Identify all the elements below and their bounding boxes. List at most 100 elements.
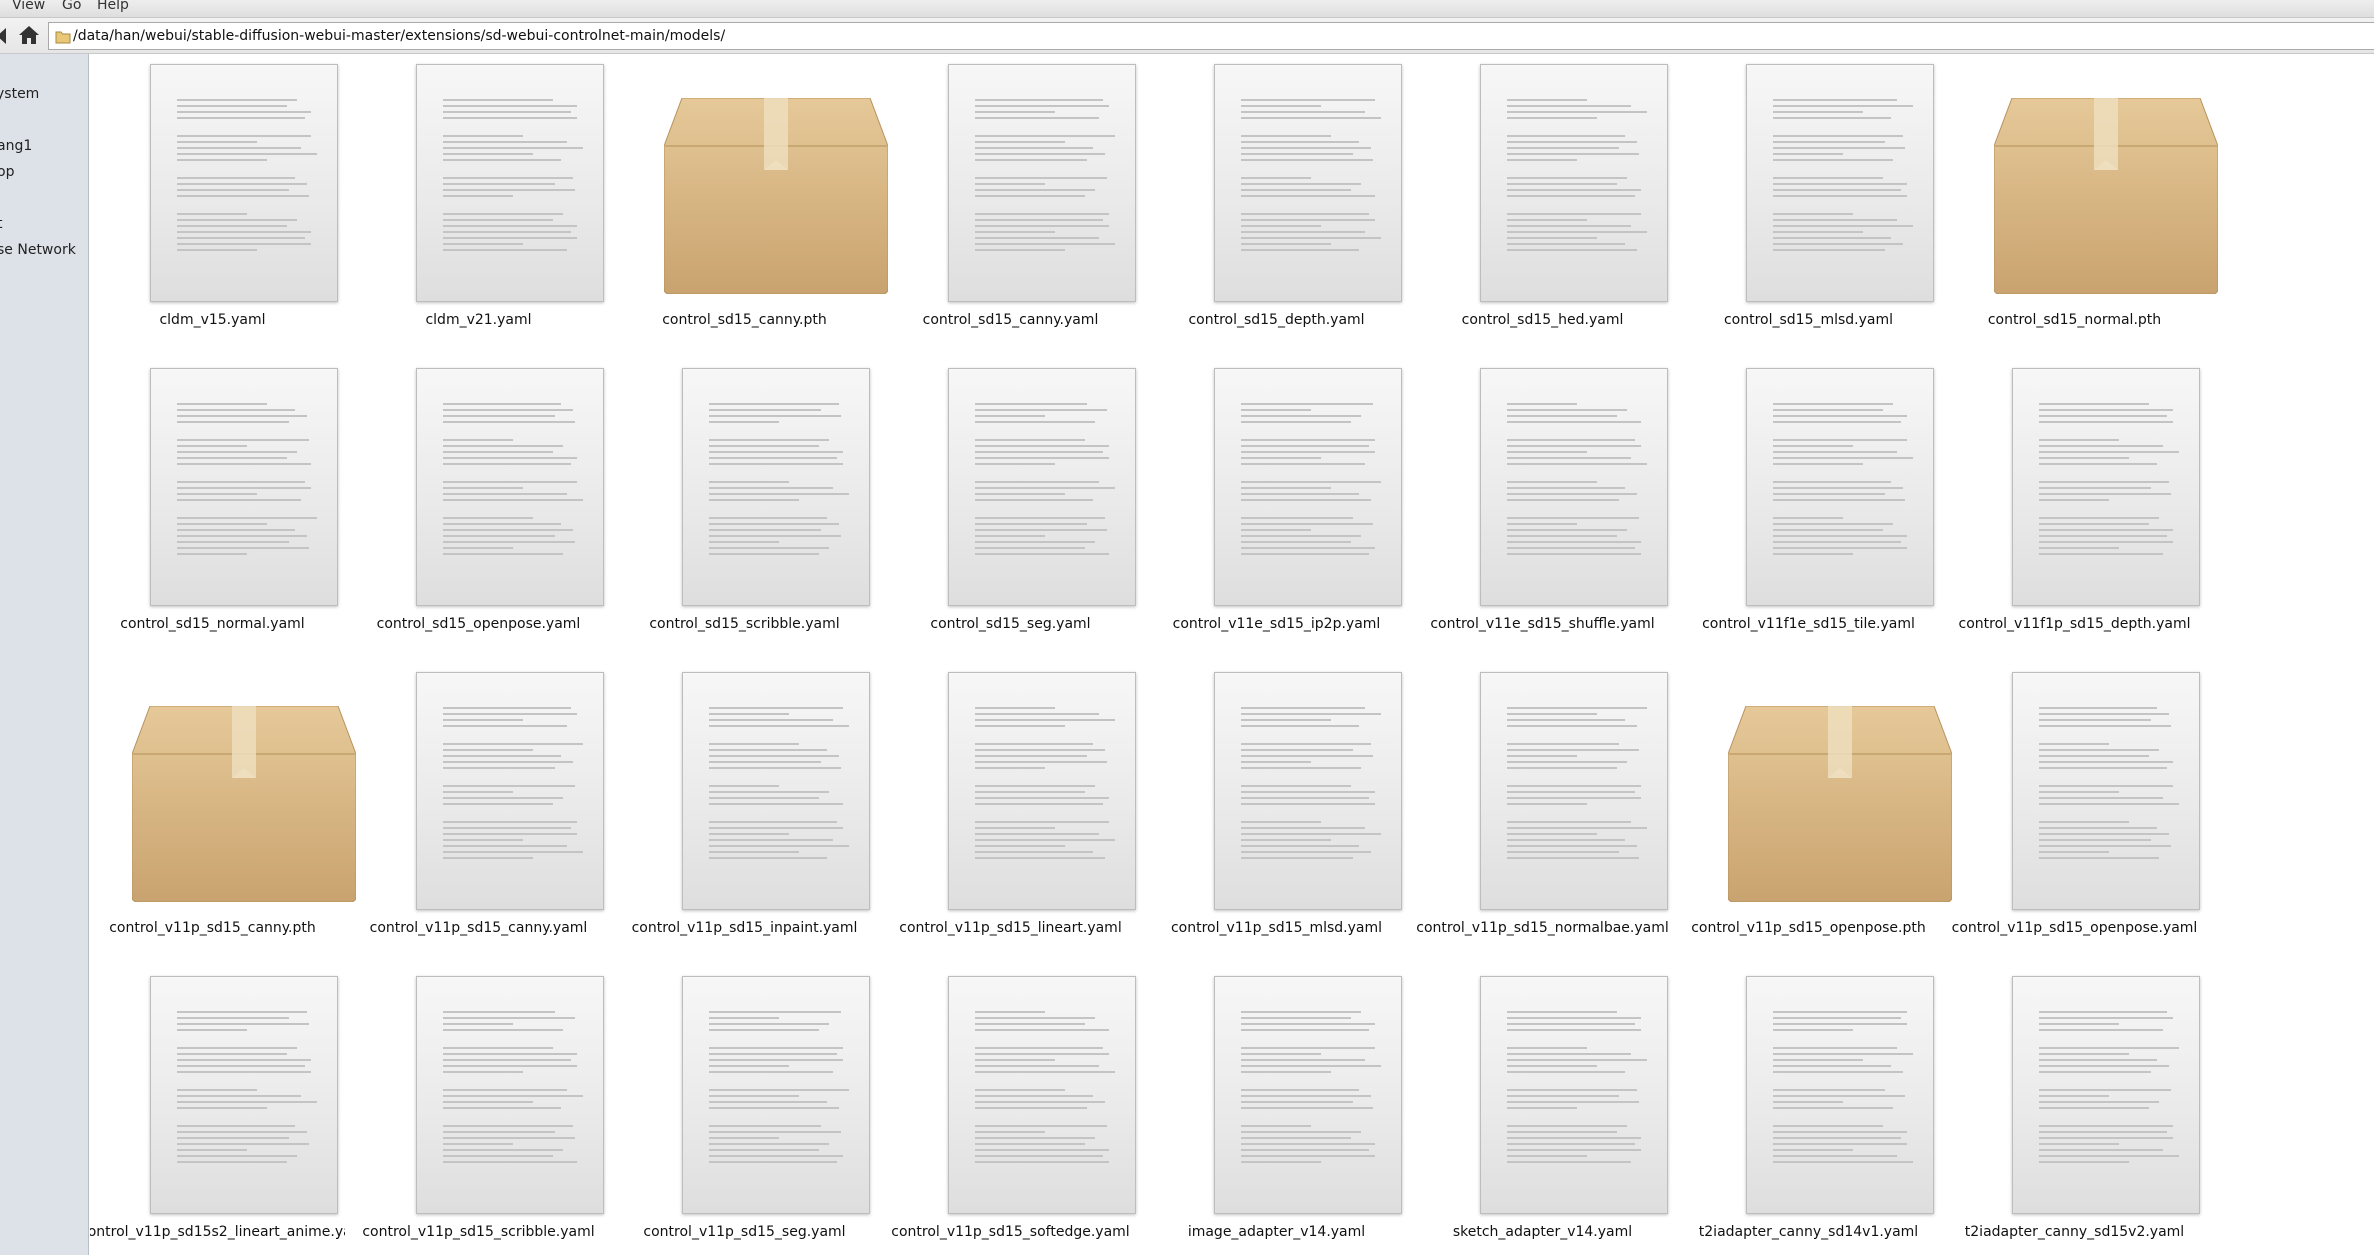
document-text-line bbox=[2039, 535, 2167, 537]
document-text-line bbox=[1241, 111, 1365, 113]
file-item[interactable]: control_v11p_sd15_normalbae.yaml bbox=[1416, 662, 1669, 952]
document-text-line bbox=[2039, 415, 2167, 417]
file-item[interactable]: control_sd15_canny.pth bbox=[622, 54, 889, 344]
file-item[interactable]: control_v11p_sd15_canny.yaml bbox=[356, 662, 604, 952]
document-text-line bbox=[709, 767, 841, 769]
document-text-line bbox=[975, 153, 1105, 155]
document-text-line bbox=[975, 803, 1103, 805]
document-text-line bbox=[443, 1143, 513, 1145]
document-text-line bbox=[1773, 1071, 1903, 1073]
document-text-line bbox=[443, 857, 533, 859]
file-item[interactable]: control_sd15_scribble.yaml bbox=[622, 358, 870, 648]
document-text-line bbox=[975, 225, 1109, 227]
file-item[interactable]: control_sd15_depth.yaml bbox=[1154, 54, 1402, 344]
document-text-line bbox=[975, 845, 1065, 847]
file-item[interactable]: control_sd15_openpose.yaml bbox=[356, 358, 604, 648]
document-text-line bbox=[1241, 785, 1351, 787]
file-item[interactable]: control_v11e_sd15_ip2p.yaml bbox=[1154, 358, 1402, 648]
file-item[interactable]: control_v11p_sd15_scribble.yaml bbox=[356, 966, 604, 1255]
sidebar-item-desktop[interactable]: op bbox=[0, 162, 14, 182]
document-text-line bbox=[975, 761, 1107, 763]
document-text-line bbox=[1507, 1149, 1641, 1151]
document-text-line bbox=[975, 415, 1045, 417]
document-text-line bbox=[1773, 535, 1907, 537]
file-item[interactable]: control_sd15_hed.yaml bbox=[1420, 54, 1668, 344]
text-document-icon bbox=[416, 672, 604, 910]
document-text-line bbox=[709, 1131, 841, 1133]
document-text-line bbox=[1773, 1101, 1843, 1103]
document-text-line bbox=[1773, 1047, 1897, 1049]
sidebar-item-file-system[interactable]: ystem bbox=[0, 84, 39, 104]
document-text-line bbox=[709, 1095, 799, 1097]
document-text-line bbox=[709, 857, 827, 859]
text-document-icon bbox=[1214, 672, 1402, 910]
back-arrow-icon[interactable] bbox=[0, 26, 10, 50]
document-text-line bbox=[975, 1101, 1105, 1103]
file-item[interactable]: control_v11p_sd15_openpose.pth bbox=[1686, 662, 1953, 952]
sidebar-item-browse-network[interactable]: se Network bbox=[0, 240, 76, 260]
document-text-line bbox=[177, 445, 247, 447]
text-document-icon bbox=[948, 64, 1136, 302]
location-path-field[interactable]: /data/han/webui/stable-diffusion-webui-m… bbox=[48, 22, 2374, 50]
file-item[interactable]: t2iadapter_canny_sd15v2.yaml bbox=[1952, 966, 2200, 1255]
home-icon[interactable] bbox=[18, 25, 40, 49]
sidebar-item-trash[interactable]: t bbox=[0, 214, 3, 234]
file-item[interactable]: control_v11p_sd15_openpose.yaml bbox=[1952, 662, 2200, 952]
document-text-line bbox=[1241, 1095, 1371, 1097]
document-text-line bbox=[177, 1053, 287, 1055]
document-text-line bbox=[709, 523, 839, 525]
file-item[interactable]: cldm_v15.yaml bbox=[90, 54, 338, 344]
document-text-line bbox=[975, 403, 1087, 405]
document-text-line bbox=[1507, 409, 1627, 411]
file-item[interactable]: control_v11f1p_sd15_depth.yaml bbox=[1952, 358, 2200, 648]
document-text-line bbox=[2039, 553, 2163, 555]
document-text-line bbox=[443, 117, 577, 119]
document-text-line bbox=[1241, 1047, 1375, 1049]
file-item[interactable]: t2iadapter_canny_sd14v1.yaml bbox=[1686, 966, 1934, 1255]
document-text-line bbox=[1507, 177, 1627, 179]
file-item[interactable]: control_sd15_canny.yaml bbox=[888, 54, 1136, 344]
document-text-line bbox=[1773, 481, 1891, 483]
file-item[interactable]: cldm_v21.yaml bbox=[356, 54, 604, 344]
menu-go[interactable]: Go bbox=[62, 0, 81, 15]
document-text-line bbox=[1241, 755, 1373, 757]
file-item[interactable]: image_adapter_v14.yaml bbox=[1154, 966, 1402, 1255]
sidebar-item-home[interactable]: ang1 bbox=[0, 136, 32, 156]
file-item[interactable]: control_v11p_sd15_lineart.yaml bbox=[888, 662, 1136, 952]
document-text-line bbox=[177, 535, 307, 537]
menu-view[interactable]: View bbox=[12, 0, 45, 15]
document-text-line bbox=[1241, 1029, 1369, 1031]
text-document-icon bbox=[1214, 64, 1402, 302]
document-text-line bbox=[2039, 707, 2157, 709]
document-text-line bbox=[975, 177, 1107, 179]
menu-help[interactable]: Help bbox=[97, 0, 129, 15]
document-text-line bbox=[1773, 1143, 1907, 1145]
file-item[interactable]: sketch_adapter_v14.yaml bbox=[1420, 966, 1668, 1255]
file-item[interactable]: control_v11p_sd15s2_lineart_anime.ya bbox=[90, 966, 345, 1255]
document-text-line bbox=[709, 1149, 819, 1151]
document-text-line bbox=[177, 99, 297, 101]
file-item[interactable]: control_v11p_sd15_inpaint.yaml bbox=[622, 662, 870, 952]
document-text-line bbox=[2039, 409, 2173, 411]
document-text-line bbox=[975, 719, 1115, 721]
document-text-line bbox=[1773, 493, 1885, 495]
file-item[interactable]: control_sd15_mlsd.yaml bbox=[1686, 54, 1934, 344]
file-item[interactable]: control_v11p_sd15_mlsd.yaml bbox=[1154, 662, 1402, 952]
file-name-label: control_v11p_sd15_canny.pth bbox=[109, 920, 316, 936]
file-item[interactable]: control_v11p_sd15_seg.yaml bbox=[622, 966, 870, 1255]
document-text-line bbox=[1507, 797, 1641, 799]
file-item[interactable]: control_v11e_sd15_shuffle.yaml bbox=[1420, 358, 1668, 648]
document-text-line bbox=[1241, 1155, 1375, 1157]
file-item[interactable]: control_sd15_seg.yaml bbox=[888, 358, 1136, 648]
file-item[interactable]: control_v11p_sd15_canny.pth bbox=[90, 662, 357, 952]
document-text-line bbox=[1773, 237, 1891, 239]
file-item[interactable]: control_v11f1e_sd15_tile.yaml bbox=[1686, 358, 1934, 648]
document-text-line bbox=[177, 225, 287, 227]
document-text-line bbox=[443, 791, 513, 793]
file-item[interactable]: control_v11p_sd15_softedge.yaml bbox=[888, 966, 1136, 1255]
file-item[interactable]: control_sd15_normal.yaml bbox=[90, 358, 338, 648]
document-text-line bbox=[975, 851, 1093, 853]
file-item[interactable]: control_sd15_normal.pth bbox=[1952, 54, 2219, 344]
document-text-line bbox=[1241, 553, 1369, 555]
document-text-line bbox=[1507, 99, 1587, 101]
